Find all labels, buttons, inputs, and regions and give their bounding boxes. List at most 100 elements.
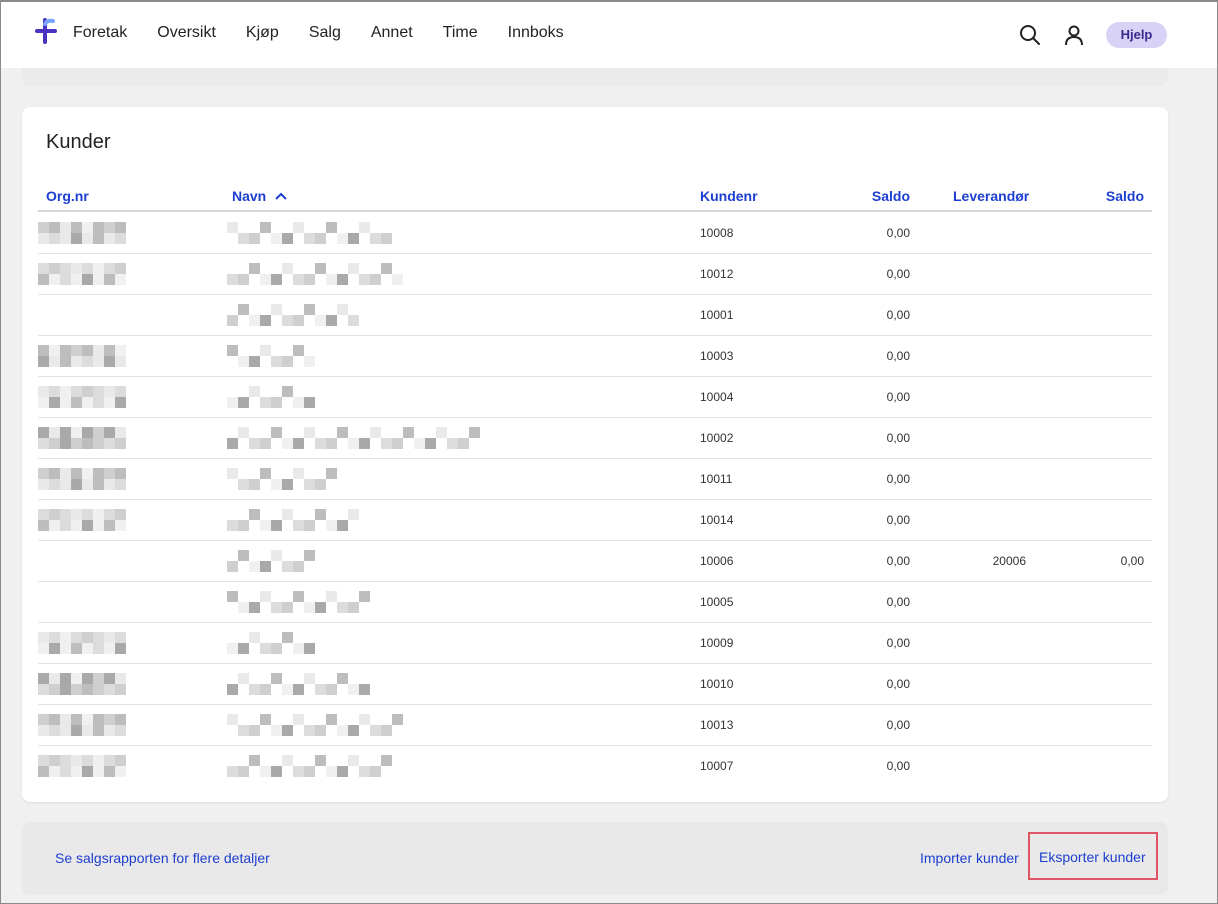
customer-number: 10012 [700,267,734,281]
orgnr-redacted [38,304,128,326]
column-header-name[interactable]: Navn [232,188,287,204]
orgnr-redacted [38,755,128,777]
customer-number: 10011 [700,472,733,486]
orgnr-redacted [38,345,128,367]
name-redacted[interactable] [227,591,373,613]
export-customers-link[interactable]: Eksporter kunder [1039,849,1146,865]
name-redacted[interactable] [227,304,365,326]
customer-balance: 0,00 [886,267,910,281]
supplier-number: 20006 [992,554,1026,568]
plus-logo-icon[interactable] [35,18,59,44]
customer-balance: 0,00 [886,349,910,363]
name-redacted[interactable] [227,509,365,531]
nav-item-foretak[interactable]: Foretak [73,24,127,42]
name-redacted[interactable] [227,427,483,449]
orgnr-redacted [38,386,128,408]
customer-number: 10010 [700,677,734,691]
column-header-supplier[interactable]: Leverandør [953,188,1029,204]
table-row[interactable]: 10014 0,00 [38,500,1152,541]
table-row[interactable]: 10008 0,00 [38,213,1152,254]
table-row[interactable]: 10010 0,00 [38,664,1152,705]
orgnr-redacted [38,550,128,572]
supplier-balance: 0,00 [1120,554,1144,568]
column-header-supplier-balance[interactable]: Saldo [1078,188,1144,204]
table-row[interactable]: 10005 0,00 [38,582,1152,623]
orgnr-redacted [38,591,128,613]
orgnr-redacted [38,427,128,449]
customer-balance: 0,00 [886,718,910,732]
name-redacted[interactable] [227,550,325,572]
customer-balance: 0,00 [886,595,910,609]
table-row[interactable]: 10003 0,00 [38,336,1152,377]
customer-balance: 0,00 [886,677,910,691]
customer-number: 10008 [700,226,734,240]
table-row[interactable]: 10004 0,00 [38,377,1152,418]
name-redacted[interactable] [227,345,317,367]
name-redacted[interactable] [227,755,395,777]
nav-item-time[interactable]: Time [443,24,478,42]
nav-item-salg[interactable]: Salg [309,24,341,42]
nav-item-annet[interactable]: Annet [371,24,413,42]
table-row[interactable]: 10006 0,00 20006 0,00 [38,541,1152,582]
orgnr-redacted [38,632,128,654]
name-redacted[interactable] [227,673,373,695]
customer-number: 10014 [700,513,734,527]
top-navigation-bar: Foretak Oversikt Kjøp Salg Annet Time In… [0,0,1218,68]
table-row[interactable]: 10007 0,00 [38,746,1152,787]
nav-item-innboks[interactable]: Innboks [508,24,564,42]
previous-card-edge [22,68,1168,86]
table-row[interactable]: 10011 0,00 [38,459,1152,500]
chevron-up-icon [275,192,287,200]
search-icon[interactable] [1019,24,1041,46]
customer-number: 10009 [700,636,734,650]
customer-number: 10001 [700,308,734,322]
orgnr-redacted [38,468,128,490]
name-redacted[interactable] [227,386,317,408]
customer-number: 10007 [700,759,734,773]
table-header: Org.nr Navn Kundenr Saldo Leverandør Sal… [38,188,1152,212]
customer-number: 10002 [700,431,734,445]
customer-balance: 0,00 [886,431,910,445]
import-customers-link[interactable]: Importer kunder [920,850,1019,866]
name-redacted[interactable] [227,714,403,736]
main-nav: Foretak Oversikt Kjøp Salg Annet Time In… [73,24,594,42]
table-row[interactable]: 10001 0,00 [38,295,1152,336]
table-row[interactable]: 10002 0,00 [38,418,1152,459]
customer-number: 10005 [700,595,734,609]
table-row[interactable]: 10009 0,00 [38,623,1152,664]
customer-balance: 0,00 [886,308,910,322]
name-redacted[interactable] [227,222,395,244]
nav-item-kjop[interactable]: Kjøp [246,24,279,42]
orgnr-redacted [38,673,128,695]
name-redacted[interactable] [227,263,407,285]
nav-item-oversikt[interactable]: Oversikt [157,24,216,42]
column-header-name-label: Navn [232,188,267,204]
user-icon[interactable] [1063,24,1085,46]
orgnr-redacted [38,714,128,736]
customer-balance: 0,00 [886,226,910,240]
customer-balance: 0,00 [886,513,910,527]
customer-number: 10006 [700,554,734,568]
customer-balance: 0,00 [886,554,910,568]
customer-balance: 0,00 [886,636,910,650]
column-header-balance[interactable]: Saldo [838,188,910,204]
customers-title: Kunder [46,131,111,153]
customers-card: Kunder Org.nr Navn Kundenr Saldo Leveran… [22,107,1168,802]
customer-number: 10003 [700,349,734,363]
column-header-orgnr[interactable]: Org.nr [46,188,89,204]
orgnr-redacted [38,222,128,244]
customer-number: 10013 [700,718,734,732]
orgnr-redacted [38,509,128,531]
footer-bar: Se salgsrapporten for flere detaljer Imp… [22,822,1168,895]
table-row[interactable]: 10013 0,00 [38,705,1152,746]
column-header-customer-no[interactable]: Kundenr [700,188,758,204]
customers-table-body: 10008 0,00 10012 0,00 10001 0,00 10003 0,00 1000… [38,213,1152,787]
customer-balance: 0,00 [886,390,910,404]
help-button[interactable]: Hjelp [1106,22,1167,48]
table-row[interactable]: 10012 0,00 [38,254,1152,295]
name-redacted[interactable] [227,468,339,490]
name-redacted[interactable] [227,632,317,654]
customer-number: 10004 [700,390,734,404]
sales-report-link[interactable]: Se salgsrapporten for flere detaljer [55,850,270,866]
customer-balance: 0,00 [886,472,910,486]
